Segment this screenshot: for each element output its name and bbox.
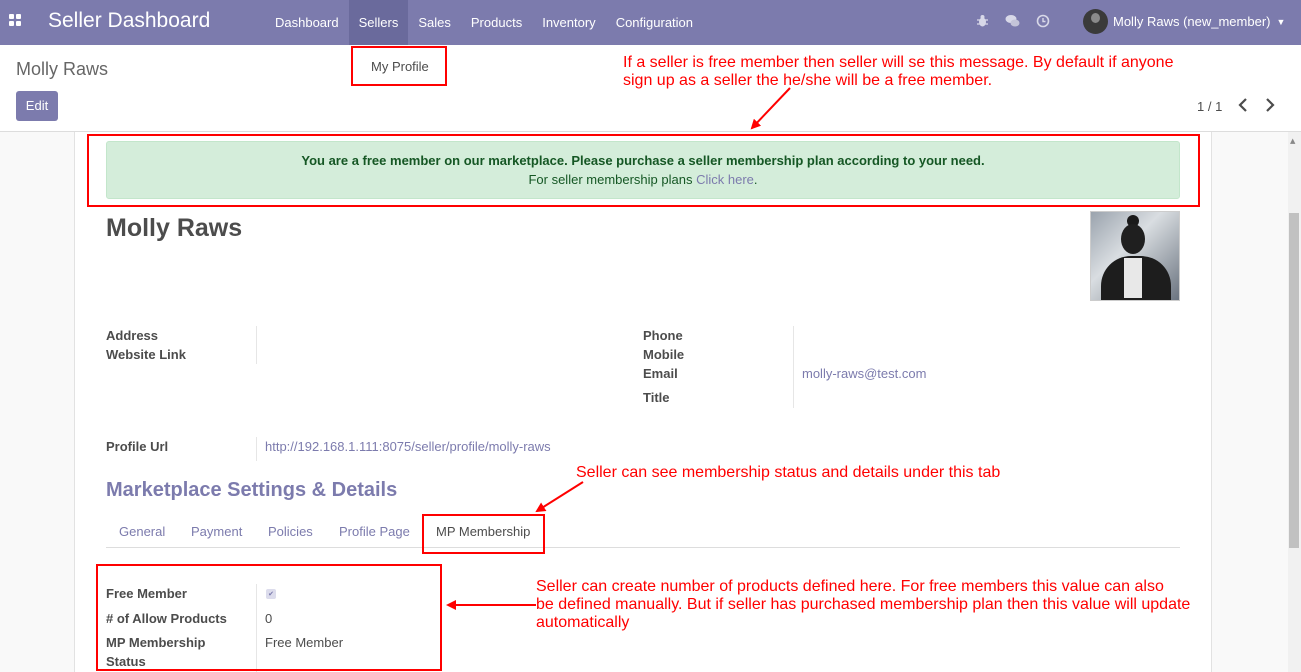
annotation-arrows [446,87,791,610]
arrow-to-alert [750,87,791,130]
arrow-to-tab [535,481,584,513]
